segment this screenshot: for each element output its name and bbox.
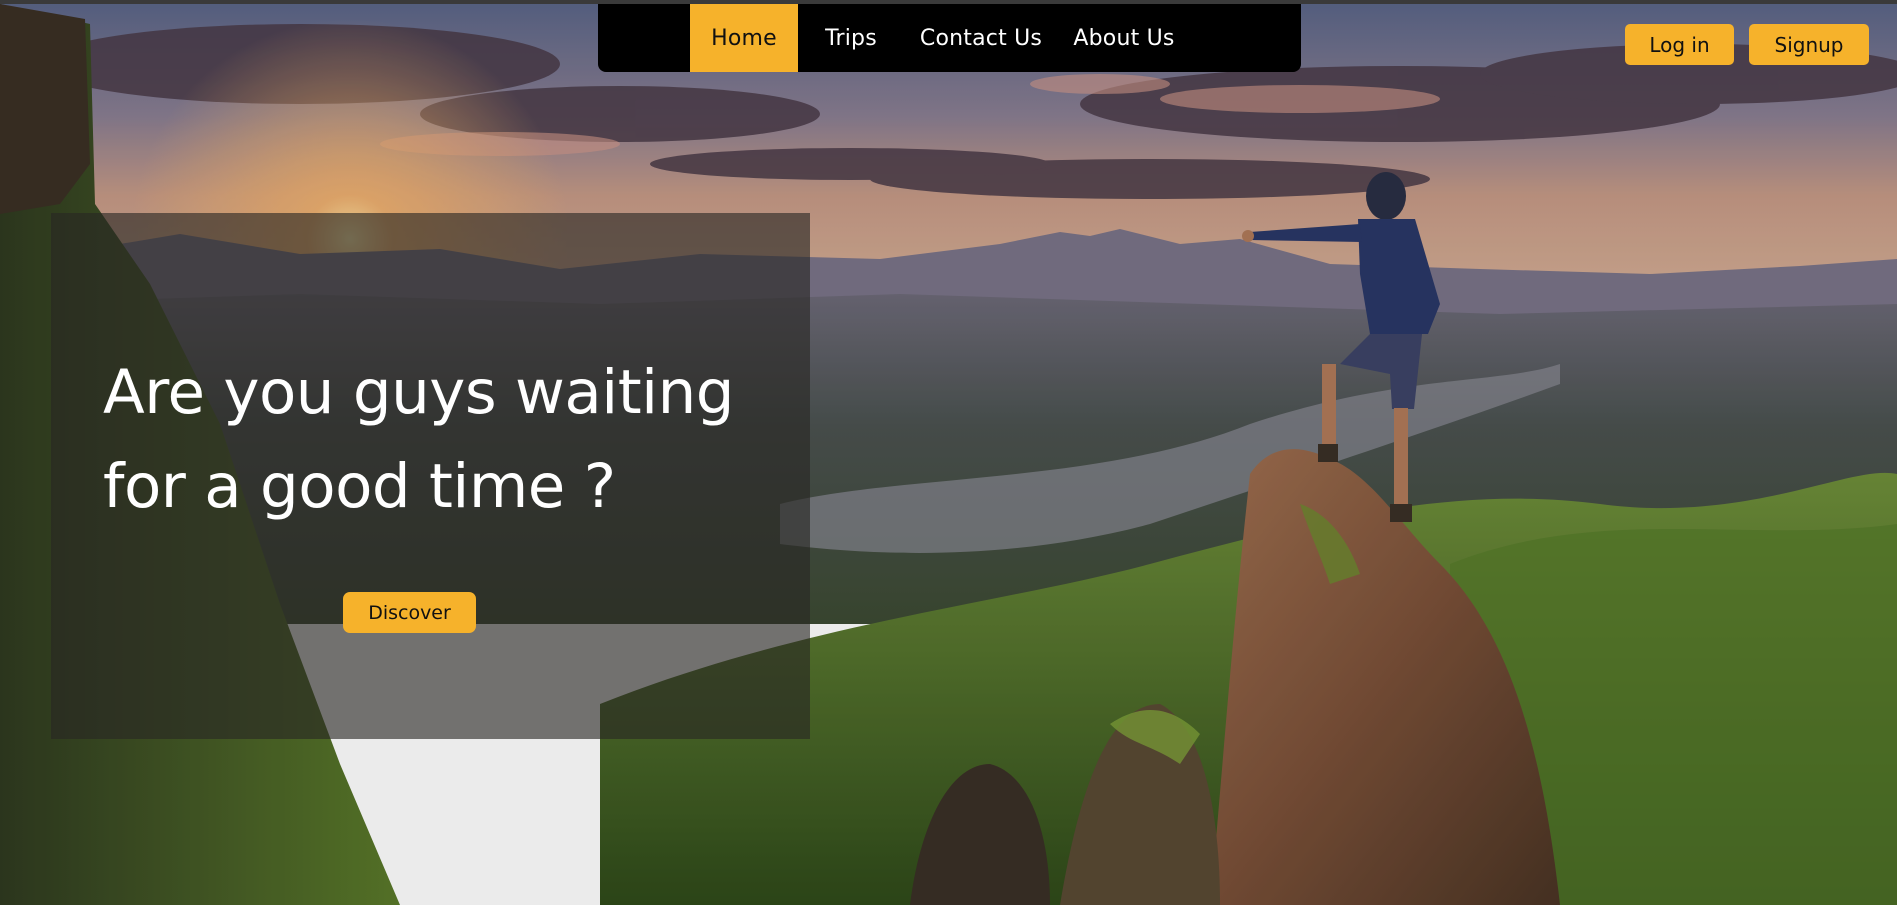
signup-button[interactable]: Signup <box>1749 24 1869 65</box>
main-navigation: Home Trips Contact Us About Us <box>598 4 1301 72</box>
nav-item-contact-us[interactable]: Contact Us <box>904 4 1058 72</box>
nav-item-trips[interactable]: Trips <box>798 4 904 72</box>
hero-panel: Are you guys waiting for a good time ? D… <box>51 213 810 739</box>
hero-title: Are you guys waiting for a good time ? <box>103 357 734 522</box>
login-button[interactable]: Log in <box>1625 24 1734 65</box>
discover-button[interactable]: Discover <box>343 592 476 633</box>
nav-item-about-us[interactable]: About Us <box>1058 4 1190 72</box>
nav-item-home[interactable]: Home <box>690 4 798 72</box>
landing-page: Home Trips Contact Us About Us Log in Si… <box>0 0 1897 905</box>
